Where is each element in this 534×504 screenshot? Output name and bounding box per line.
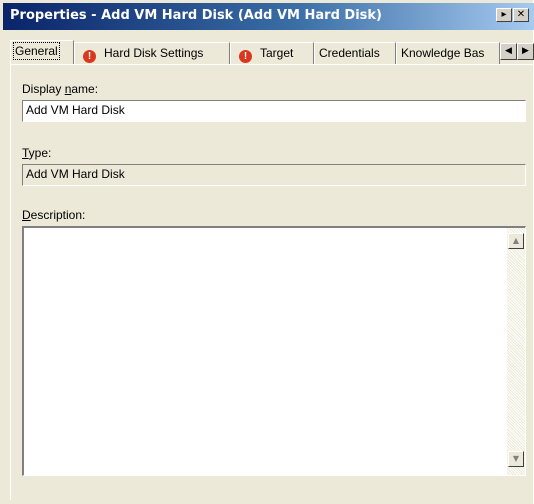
tab-label: Knowledge Bas — [401, 46, 485, 60]
arrow-right-icon: ▶ — [522, 46, 529, 56]
tab-label: General — [13, 42, 60, 60]
minimize-icon: ▸ — [501, 9, 507, 20]
tab-label: Target — [260, 46, 294, 60]
description-label: Description: — [22, 208, 86, 222]
description-textarea[interactable]: ▲ ▼ — [22, 226, 526, 476]
window-title: Properties - Add VM Hard Disk (Add VM Ha… — [10, 8, 382, 23]
arrow-left-icon: ◀ — [505, 46, 512, 56]
warning-icon: ! — [83, 50, 96, 63]
tab-knowledge-base[interactable]: Knowledge Bas — [396, 42, 500, 64]
tab-target[interactable]: ! Target — [230, 42, 314, 64]
tab-label: Hard Disk Settings — [104, 46, 204, 60]
tab-credentials[interactable]: Credentials — [314, 42, 396, 64]
title-bar[interactable]: Properties - Add VM Hard Disk (Add VM Ha… — [3, 3, 534, 30]
tab-hard-disk-settings[interactable]: ! Hard Disk Settings — [74, 42, 230, 64]
arrow-up-icon: ▲ — [512, 236, 520, 245]
warning-icon: ! — [239, 50, 252, 63]
arrow-down-icon: ▼ — [512, 454, 520, 463]
display-name-label: Display name: — [22, 82, 99, 96]
tab-scroll-left-button[interactable]: ◀ — [500, 43, 517, 60]
close-button[interactable]: ✕ — [513, 8, 529, 22]
display-name-input[interactable]: Add VM Hard Disk — [22, 100, 526, 122]
type-label: Type: — [22, 146, 52, 160]
tab-label: Credentials — [319, 46, 380, 60]
tab-scroll-right-button[interactable]: ▶ — [517, 43, 534, 60]
minimize-button[interactable]: ▸ — [496, 8, 512, 22]
tab-strip: General ! Hard Disk Settings ! Target Cred… — [0, 40, 534, 64]
description-scrollbar[interactable]: ▲ ▼ — [507, 228, 525, 475]
properties-window: Properties - Add VM Hard Disk (Add VM Ha… — [0, 0, 534, 504]
type-field: Add VM Hard Disk — [22, 164, 526, 186]
close-icon: ✕ — [516, 9, 526, 20]
scroll-up-button[interactable]: ▲ — [508, 233, 524, 249]
scroll-down-button[interactable]: ▼ — [508, 451, 524, 467]
tab-general[interactable]: General — [10, 40, 74, 64]
